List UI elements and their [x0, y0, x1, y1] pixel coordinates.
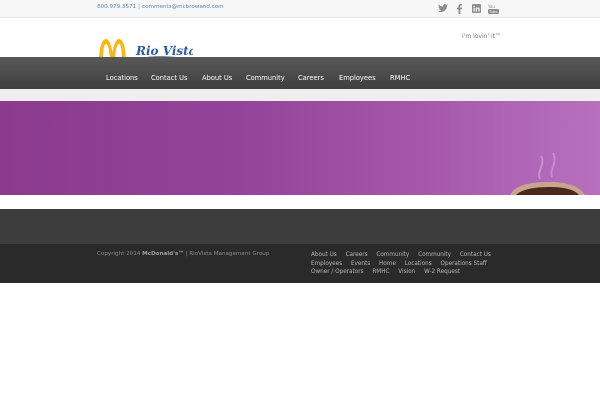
svg-text:You: You	[488, 4, 495, 9]
banner-bottom-spacer	[0, 195, 600, 209]
email-link[interactable]: comments@mcbrowand.com	[142, 4, 224, 10]
tagline: i'm lovin' it™	[462, 33, 502, 40]
footer-link-events[interactable]: Events	[351, 260, 370, 269]
linkedin-icon[interactable]	[472, 3, 481, 14]
footer-link-vision[interactable]: Vision	[398, 268, 415, 277]
footer-link-contact-us[interactable]: Contact Us	[460, 251, 491, 260]
nav-item-rmhc[interactable]: RMHC	[390, 57, 410, 89]
nav-item-community[interactable]: Community	[246, 57, 285, 89]
nav-item-contact-us[interactable]: Contact Us	[151, 57, 188, 89]
site-footer	[0, 244, 600, 283]
copyright-brand: McDonald's™	[142, 251, 184, 257]
footer-link-careers[interactable]: Careers	[346, 251, 368, 260]
contact-separator: |	[138, 4, 141, 10]
footer-link-rmhc[interactable]: RMHC	[372, 268, 389, 277]
footer-link-community[interactable]: Community	[376, 251, 409, 260]
nav-item-careers[interactable]: Careers	[298, 57, 324, 89]
footer-links: About Us Careers Community Community Con…	[311, 251, 501, 277]
svg-text:Tube: Tube	[488, 10, 498, 14]
nav-item-about-us[interactable]: About Us	[202, 57, 232, 89]
hero-banner	[0, 101, 600, 195]
footer-link-employees[interactable]: Employees	[311, 260, 342, 269]
nav-item-locations[interactable]: Locations	[106, 57, 138, 89]
main-nav: Locations Contact Us About Us Community …	[0, 57, 600, 90]
coffee-cup-image	[510, 152, 585, 195]
twitter-icon[interactable]	[438, 3, 448, 14]
footer-link-about-us[interactable]: About Us	[311, 251, 337, 260]
footer-link-w2-request[interactable]: W-2 Request	[424, 268, 460, 277]
footer-link-owner-operators[interactable]: Owner / Operators	[311, 268, 364, 277]
footer-link-home[interactable]: Home	[379, 260, 396, 269]
facebook-icon[interactable]	[457, 3, 462, 14]
site-header	[0, 18, 600, 57]
nav-item-employees[interactable]: Employees	[339, 57, 376, 89]
contact-info: 800.979.3571 | comments@mcbrowand.com	[97, 4, 224, 10]
youtube-icon[interactable]: You Tube	[488, 3, 499, 14]
copyright-prefix: Copyright 2014	[97, 251, 141, 257]
footer-link-community-2[interactable]: Community	[418, 251, 451, 260]
footer-widgets	[0, 209, 600, 244]
copyright-suffix: | RioVista Management Group	[185, 251, 270, 257]
logo-text: Rio Vista	[135, 44, 193, 58]
footer-link-operations-staff[interactable]: Operations Staff	[440, 260, 486, 269]
banner-top-spacer	[0, 89, 600, 101]
copyright: Copyright 2014 McDonald's™ | RioVista Ma…	[97, 251, 269, 257]
phone-number[interactable]: 800.979.3571	[97, 4, 136, 10]
footer-link-locations[interactable]: Locations	[405, 260, 432, 269]
top-bar: 800.979.3571 | comments@mcbrowand.com You T…	[0, 0, 600, 18]
